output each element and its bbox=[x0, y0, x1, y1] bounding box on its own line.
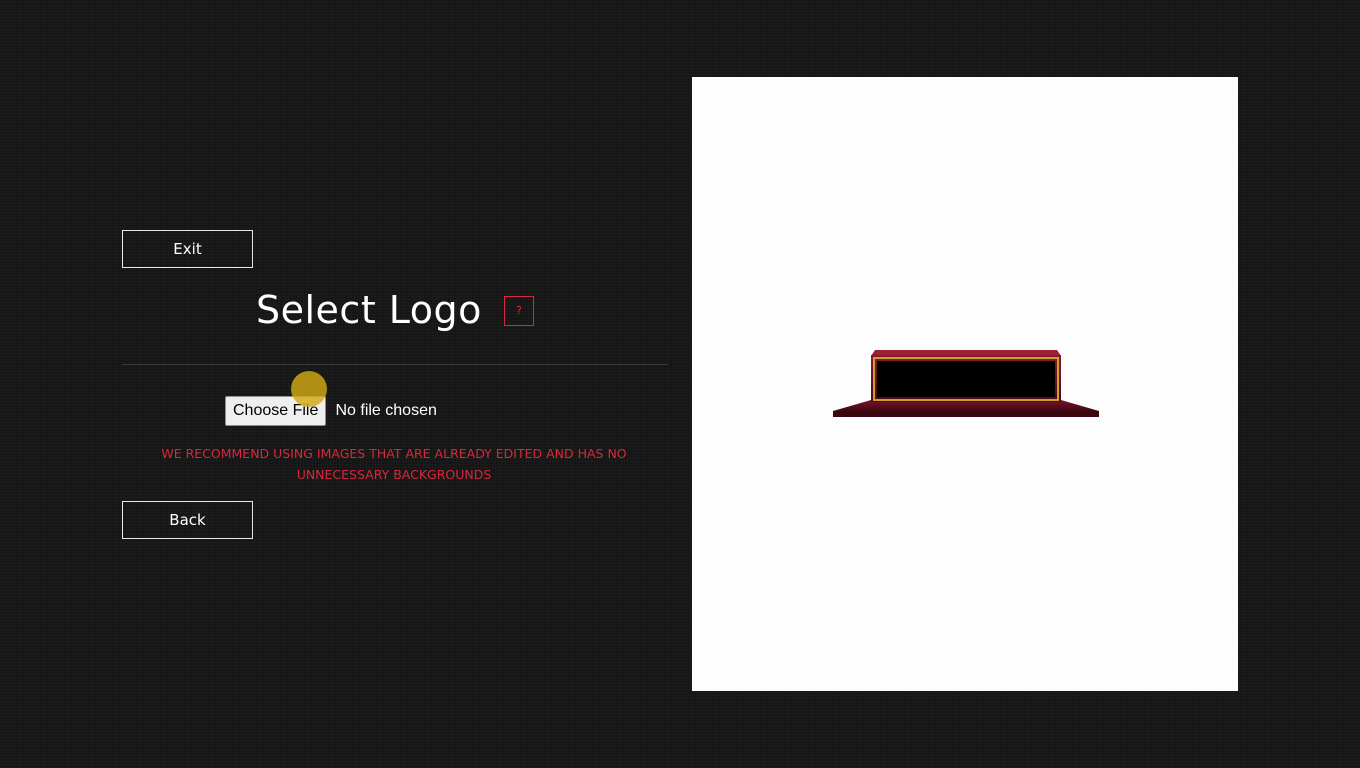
help-button[interactable]: ? bbox=[504, 296, 534, 326]
file-input[interactable]: Choose File No file chosen bbox=[225, 396, 437, 426]
section-divider bbox=[122, 364, 668, 365]
exit-button[interactable]: Exit bbox=[122, 230, 253, 268]
title-row: Select Logo ? bbox=[122, 282, 668, 338]
image-recommendation-warning: WE RECOMMEND USING IMAGES THAT ARE ALREA… bbox=[161, 446, 627, 482]
logo-selection-panel: Exit Select Logo ? Choose File No file c… bbox=[122, 230, 668, 550]
choose-file-button[interactable]: Choose File bbox=[225, 396, 327, 426]
back-button[interactable]: Back bbox=[122, 501, 253, 539]
page-title: Select Logo bbox=[256, 288, 482, 332]
plaque-bottom-edge bbox=[833, 411, 1099, 417]
file-status-text: No file chosen bbox=[335, 402, 437, 419]
trophy-preview-canvas[interactable] bbox=[692, 77, 1238, 691]
trophy-plaque-base bbox=[833, 350, 1099, 417]
logo-plate bbox=[877, 361, 1055, 397]
